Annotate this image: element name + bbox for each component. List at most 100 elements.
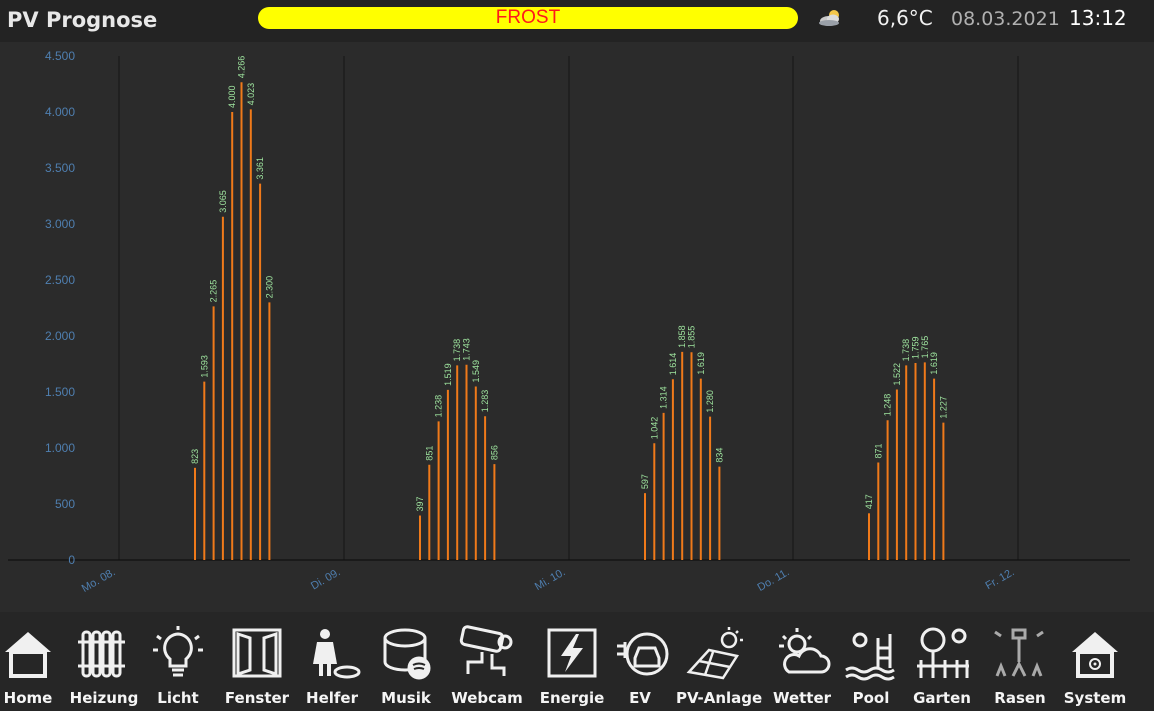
nav-label: Garten [913,689,971,707]
nav-item-wetter[interactable]: Wetter [764,612,840,711]
time-readout: 13:12 [1069,6,1127,30]
nav-item-energie[interactable]: Energie [534,612,610,711]
y-tick-label: 0 [68,553,75,567]
nav-item-pool[interactable]: Pool [833,612,909,711]
bar-data-label: 1.314 [659,386,669,409]
bar-data-label: 1.227 [938,396,948,419]
electric-car-icon [617,632,669,676]
helper-robot-icon [313,629,361,679]
bar-data-label: 1.283 [480,390,490,413]
bar-data-label: 2.300 [264,276,274,299]
nav-label: Licht [157,689,199,707]
y-tick-label: 1.000 [45,441,75,455]
nav-label: Home [3,689,53,707]
bar-data-label: 417 [864,494,874,509]
bar-data-label: 4.266 [237,56,247,79]
nav-label: Musik [381,689,431,707]
bar-data-label: 4.023 [246,83,256,106]
bar-data-label: 1.248 [883,394,893,417]
bar-data-label: 834 [714,448,724,463]
lightbulb-icon [153,626,203,677]
cloud-sun-icon [819,10,839,26]
bar-data-label: 1.619 [929,352,939,375]
nav-label: Wetter [772,689,832,707]
bar-data-label: 851 [424,446,434,461]
sprinkler-icon [994,628,1044,677]
nav-label: Heizung [69,689,139,707]
nav-label: Webcam [451,689,523,707]
bar-data-label: 4.000 [227,85,237,108]
nav-item-licht[interactable]: Licht [140,612,216,711]
x-tick-label: Mi. 10. [533,566,568,593]
nav-item-ev[interactable]: EV [602,612,678,711]
y-tick-label: 500 [55,497,75,511]
bar-data-label: 1.614 [668,353,678,376]
nav-item-heizung[interactable]: Heizung [66,612,142,711]
x-tick-label: Di. 09. [309,566,343,592]
camera-icon [459,625,513,676]
nav-label: Pool [852,689,890,707]
nav-item-fenster[interactable]: Fenster [219,612,295,711]
y-tick-label: 4.000 [45,105,75,119]
nav-label: EV [629,689,651,707]
status-badge: FROST [258,7,798,29]
weather-icon [779,628,831,674]
page-title: PV Prognose [7,8,158,32]
bar-data-label: 1.238 [434,395,444,418]
y-tick-label: 3.500 [45,161,75,175]
nav-item-home[interactable]: Home [0,612,66,711]
nav-label: System [1063,689,1127,707]
temperature-readout: 6,6°C [877,6,933,30]
nav-label: Energie [539,689,605,707]
bar-data-label: 1.619 [696,352,706,375]
bar-data-label: 1.855 [687,326,697,349]
bar-data-label: 871 [873,443,883,458]
house-icon [5,632,51,678]
nav-label: PV-Anlage [676,689,763,707]
nav-item-system[interactable]: System [1057,612,1133,711]
header-bar: PV Prognose FROST 6,6°C 08.03.2021 13:12 [0,0,1154,42]
bar-data-label: 2.265 [209,280,219,303]
bar-data-label: 397 [415,497,425,512]
bar-data-label: 1.743 [462,338,472,361]
solar-panel-icon [686,627,743,680]
bar-data-label: 823 [190,449,200,464]
nav-label: Rasen [994,689,1046,707]
nav-item-pv-anlage[interactable]: PV-Anlage [676,612,763,711]
bar-data-label: 1.522 [892,363,902,386]
energy-icon [547,628,597,678]
garden-icon [917,627,969,678]
speaker-icon [383,628,431,680]
pool-icon [845,632,895,681]
nav-label: Fenster [224,689,290,707]
system-house-icon [1072,632,1118,678]
nav-item-webcam[interactable]: Webcam [449,612,525,711]
bar-data-label: 3.065 [218,190,228,213]
radiator-icon [78,630,125,678]
nav-item-helfer[interactable]: Helfer [294,612,370,711]
date-readout: 08.03.2021 [951,8,1060,30]
bottom-navigation: Home Heizung Licht Fenster Helfer Musik Webcam… [0,612,1154,711]
x-tick-label: Fr. 12. [983,566,1016,592]
x-tick-label: Do. 11. [755,566,791,594]
x-tick-label: Mo. 08. [80,566,118,595]
bar-data-label: 1.280 [705,390,715,413]
y-tick-label: 1.500 [45,385,75,399]
nav-item-garten[interactable]: Garten [904,612,980,711]
nav-item-rasen[interactable]: Rasen [982,612,1058,711]
bar-data-label: 3.361 [255,157,265,180]
y-tick-label: 3.000 [45,217,75,231]
window-icon [232,628,282,678]
y-tick-label: 4.500 [45,49,75,63]
pv-forecast-chart: 8231.5932.2653.0654.0004.2664.0233.3612.… [8,49,1130,595]
bar-data-label: 1.042 [649,417,659,440]
nav-item-musik[interactable]: Musik [368,612,444,711]
bar-data-label: 856 [489,445,499,460]
y-tick-label: 2.000 [45,329,75,343]
nav-label: Helfer [306,689,358,707]
bar-data-label: 1.519 [443,363,453,386]
bar-data-label: 1.549 [471,360,481,383]
bar-data-label: 1.593 [199,355,209,378]
y-tick-label: 2.500 [45,273,75,287]
bar-data-label: 597 [640,474,650,489]
